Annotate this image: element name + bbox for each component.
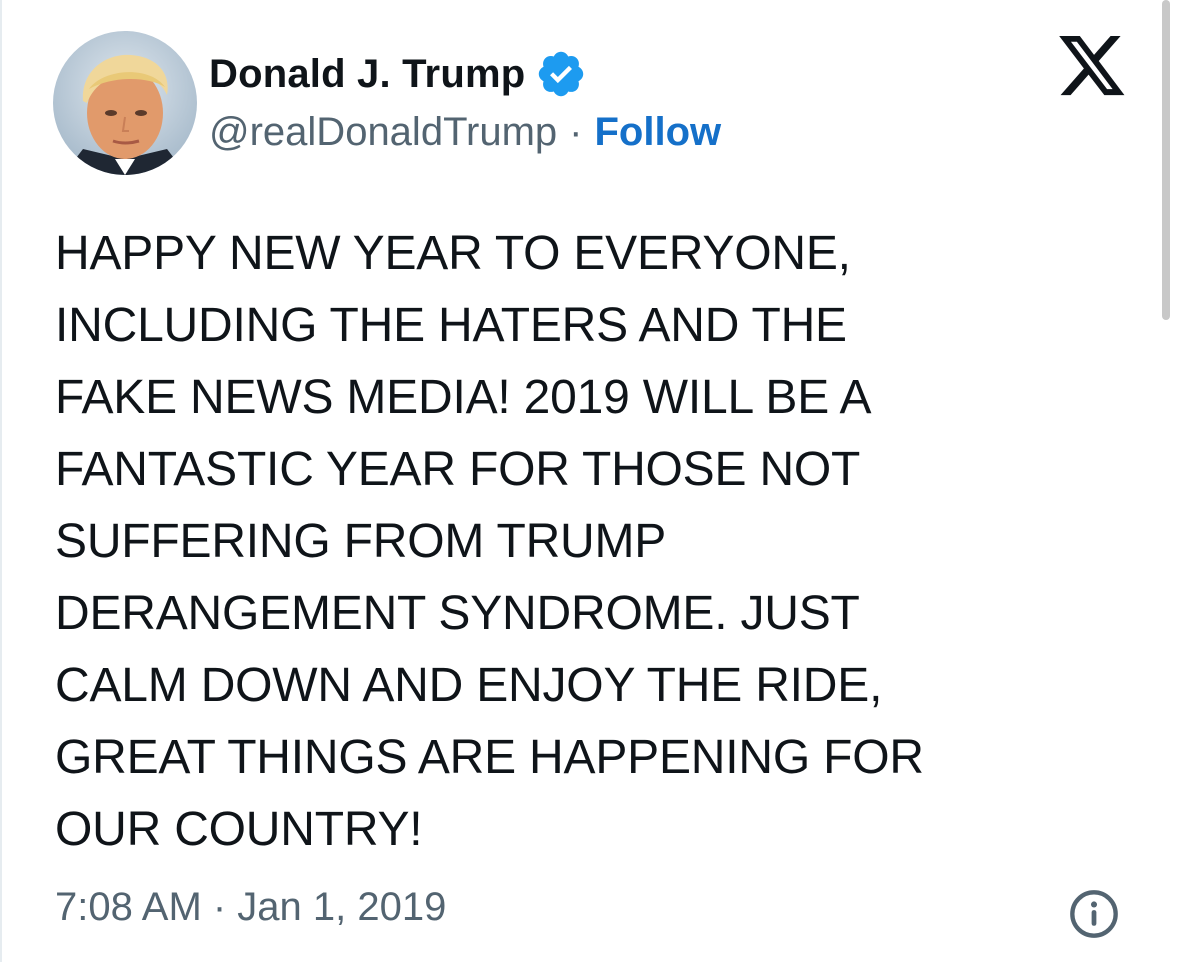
separator-dot: · — [569, 110, 583, 154]
follow-button[interactable]: Follow — [594, 110, 721, 155]
verified-badge-icon — [535, 48, 587, 100]
avatar[interactable] — [53, 31, 197, 175]
tweet-text: HAPPY NEW YEAR TO EVERYONE, INCLUDING TH… — [55, 227, 924, 856]
info-icon[interactable] — [1068, 888, 1120, 940]
author-handle-row: @realDonaldTrump · Follow — [209, 110, 721, 155]
x-logo-icon[interactable] — [1059, 36, 1127, 98]
scrollbar[interactable] — [1162, 0, 1170, 320]
tweet-card: Donald J. Trump @realDonaldTrump · Follo… — [0, 0, 1179, 962]
author-handle[interactable]: @realDonaldTrump — [209, 110, 557, 155]
profile-photo — [53, 31, 197, 175]
author-name-row: Donald J. Trump — [209, 48, 587, 100]
tweet-timestamp[interactable]: 7:08 AM · Jan 1, 2019 — [55, 885, 446, 930]
author-display-name[interactable]: Donald J. Trump — [209, 52, 525, 97]
